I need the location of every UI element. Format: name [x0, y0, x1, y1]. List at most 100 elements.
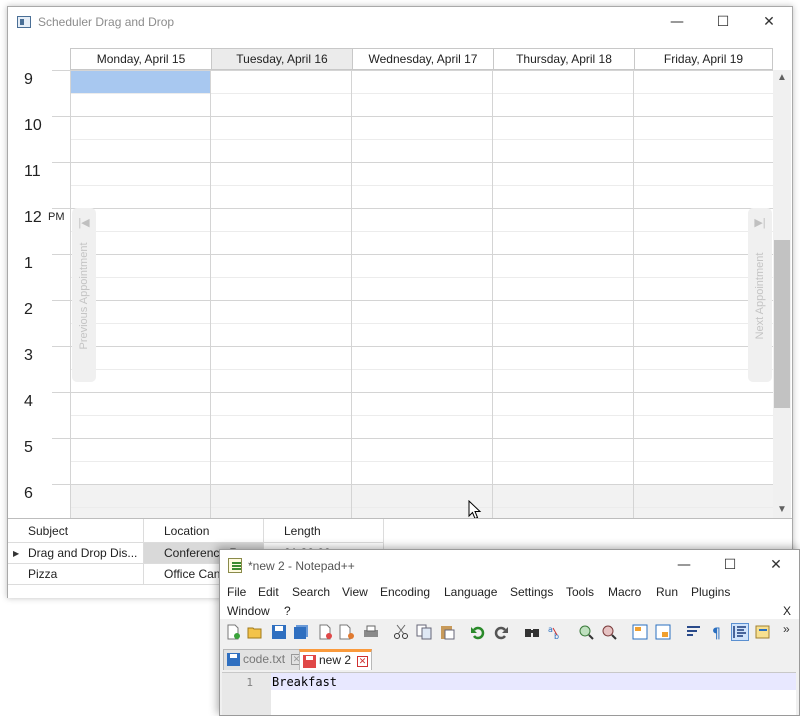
half-hour-gridline: [70, 231, 773, 232]
day-header-monday[interactable]: Monday, April 15: [70, 48, 211, 70]
svg-text:¶: ¶: [712, 626, 721, 640]
open-file-icon[interactable]: [247, 624, 263, 640]
column-header-length[interactable]: Length: [264, 519, 384, 543]
hour-label-2: 2: [24, 301, 33, 318]
redo-icon[interactable]: [493, 624, 509, 640]
copy-icon[interactable]: [416, 624, 432, 640]
toolbar: ab ¶ »: [220, 619, 799, 645]
table-cell-subject[interactable]: Drag and Drop Dis...: [8, 543, 144, 564]
tab-label: new 2: [319, 653, 352, 667]
scroll-down-icon[interactable]: ▼: [773, 504, 791, 515]
zoom-out-icon[interactable]: [601, 624, 617, 640]
column-header-subject[interactable]: Subject: [8, 519, 144, 543]
time-slot-row[interactable]: [70, 484, 773, 518]
hour-label-3: 3: [24, 347, 33, 364]
line-number: 1: [246, 676, 253, 689]
cut-icon[interactable]: [393, 624, 409, 640]
menu-macro[interactable]: Macro: [608, 585, 641, 599]
previous-appointment-button[interactable]: |◀ Previous Appointment: [72, 208, 96, 382]
next-appointment-label: Next Appointment: [754, 252, 766, 340]
line-number-gutter: 1: [222, 673, 271, 715]
hour-label-6: 6: [24, 485, 33, 502]
half-hour-gridline: [70, 139, 773, 140]
close-button[interactable]: ✕: [746, 7, 792, 37]
half-hour-gridline: [70, 277, 773, 278]
menu-plugins[interactable]: Plugins: [691, 585, 730, 599]
menu-settings[interactable]: Settings: [510, 585, 553, 599]
day-header-wednesday[interactable]: Wednesday, April 17: [352, 48, 493, 70]
hour-label-9: 9: [24, 71, 33, 88]
next-appointment-button[interactable]: ▶| Next Appointment: [748, 208, 772, 382]
menu-window[interactable]: Window: [227, 604, 270, 618]
hour-gridline: [52, 254, 773, 255]
user-defined-language-icon[interactable]: [755, 624, 771, 640]
unsaved-file-icon: [303, 655, 316, 668]
minimize-button[interactable]: —: [654, 7, 700, 37]
scrollbar-thumb[interactable]: [774, 240, 790, 408]
hour-label-12: 12: [24, 209, 42, 226]
indent-guide-icon[interactable]: [731, 623, 749, 641]
menu-search[interactable]: Search: [292, 585, 330, 599]
hour-gridline: [52, 392, 773, 393]
tab-code-txt[interactable]: code.txt ✕: [223, 649, 307, 670]
zoom-in-icon[interactable]: [578, 624, 594, 640]
scroll-up-icon[interactable]: ▲: [773, 72, 791, 83]
menu-close-document[interactable]: X: [783, 604, 791, 618]
notepad-close-button[interactable]: ✕: [753, 550, 799, 580]
previous-appointment-label: Previous Appointment: [78, 242, 90, 350]
menu-view[interactable]: View: [342, 585, 368, 599]
hour-label-1: 1: [24, 255, 33, 272]
pm-label: PM: [48, 211, 65, 223]
word-wrap-icon[interactable]: [686, 624, 702, 640]
notepad-maximize-button[interactable]: ☐: [707, 550, 753, 580]
close-all-icon[interactable]: [339, 624, 355, 640]
mouse-cursor-icon: [468, 500, 482, 518]
print-icon[interactable]: [363, 624, 379, 640]
hour-gridline: [52, 208, 773, 209]
tab-new-2[interactable]: new 2 ✕: [299, 649, 373, 670]
scheduler-view[interactable]: Monday, April 15 Tuesday, April 16 Wedne…: [8, 38, 792, 518]
previous-arrow-icon: |◀: [78, 217, 90, 229]
paste-icon[interactable]: [439, 624, 455, 640]
find-icon[interactable]: [524, 624, 540, 640]
menu-tools[interactable]: Tools: [566, 585, 594, 599]
menu-help[interactable]: ?: [284, 604, 291, 618]
tab-close-icon[interactable]: ✕: [357, 656, 369, 667]
half-hour-gridline: [70, 415, 773, 416]
sync-vertical-icon[interactable]: [632, 624, 648, 640]
maximize-button[interactable]: ☐: [700, 7, 746, 37]
selected-time-slot[interactable]: [70, 70, 210, 93]
hour-gridline: [52, 116, 773, 117]
undo-icon[interactable]: [470, 624, 486, 640]
show-all-characters-icon[interactable]: ¶: [709, 624, 725, 640]
menu-language[interactable]: Language: [444, 585, 497, 599]
notepad-window-title: *new 2 - Notepad++: [248, 559, 355, 573]
replace-icon[interactable]: ab: [547, 624, 563, 640]
menu-encoding[interactable]: Encoding: [380, 585, 430, 599]
menu-edit[interactable]: Edit: [258, 585, 279, 599]
column-header-location[interactable]: Location: [144, 519, 264, 543]
new-file-icon[interactable]: [225, 624, 241, 640]
close-file-icon[interactable]: [317, 624, 333, 640]
notepad-minimize-button[interactable]: —: [661, 550, 707, 580]
day-column-divider: [492, 70, 493, 518]
tab-label: code.txt: [243, 652, 286, 666]
day-column-divider: [210, 70, 211, 518]
menu-file[interactable]: File: [227, 585, 246, 599]
save-all-icon[interactable]: [293, 624, 309, 640]
notepad-titlebar[interactable]: *new 2 - Notepad++ — ☐ ✕: [220, 550, 799, 581]
menu-run[interactable]: Run: [656, 585, 678, 599]
day-header-thursday[interactable]: Thursday, April 18: [493, 48, 634, 70]
day-header-tuesday[interactable]: Tuesday, April 16: [211, 48, 352, 70]
notepad-window: *new 2 - Notepad++ — ☐ ✕ File Edit Searc…: [219, 549, 800, 716]
text-editor[interactable]: 1 Breakfast: [222, 672, 796, 715]
toolbar-overflow-button[interactable]: »: [783, 622, 790, 636]
menu-bar: File Edit Search View Encoding Language …: [220, 581, 799, 619]
save-icon[interactable]: [271, 624, 287, 640]
table-cell-subject[interactable]: Pizza: [8, 564, 144, 585]
scheduler-titlebar[interactable]: Scheduler Drag and Drop — ☐ ✕: [8, 7, 792, 38]
vertical-scrollbar[interactable]: ▲ ▼: [773, 70, 791, 518]
editor-line-text[interactable]: Breakfast: [272, 675, 337, 689]
day-header-friday[interactable]: Friday, April 19: [634, 48, 773, 70]
sync-horizontal-icon[interactable]: [655, 624, 671, 640]
